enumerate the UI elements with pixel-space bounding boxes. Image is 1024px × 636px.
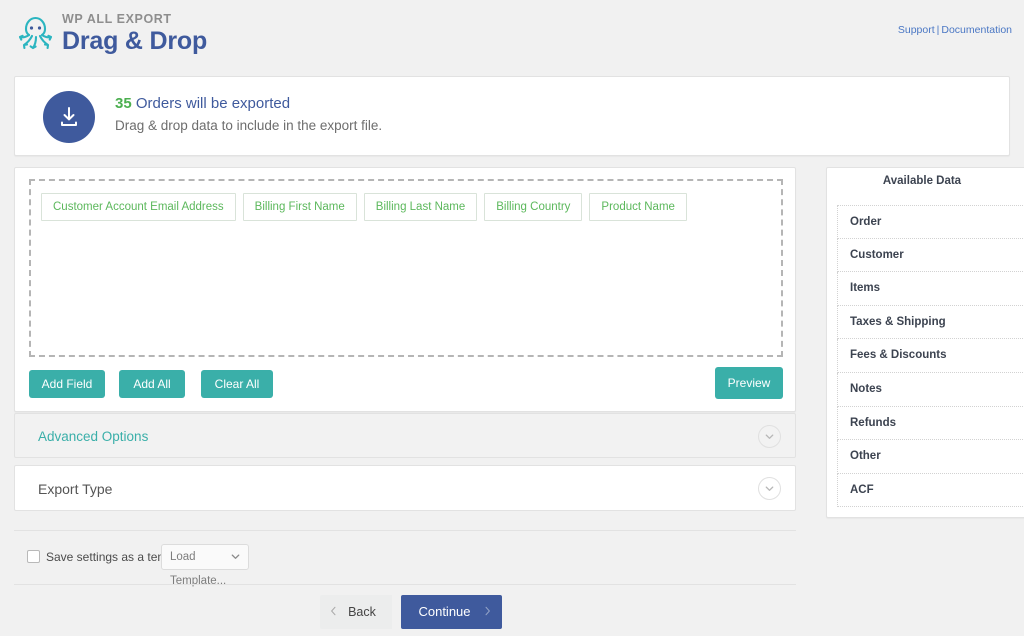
back-label: Back [320, 595, 392, 629]
advanced-options-label: Advanced Options [38, 414, 148, 459]
page-title: Drag & Drop [62, 27, 207, 56]
export-type-label: Export Type [38, 466, 112, 512]
summary-subtext: Drag & drop data to include in the expor… [115, 116, 382, 136]
chevron-down-icon[interactable] [758, 477, 781, 500]
top-links: Support|Documentation [898, 24, 1012, 36]
save-template-checkbox[interactable] [27, 550, 40, 563]
data-item-fees-discounts[interactable]: Fees & Discounts [837, 339, 1024, 373]
summary-headline-row: 35 Orders will be exported [115, 94, 382, 114]
summary-text: 35 Orders will be exported Drag & drop d… [115, 94, 382, 136]
divider-top [14, 530, 796, 531]
data-item-taxes-shipping[interactable]: Taxes & Shipping [837, 306, 1024, 340]
support-link[interactable]: Support [898, 24, 935, 36]
field-chip[interactable]: Billing Country [484, 193, 582, 221]
wizard-navigation: Back Continue [320, 595, 500, 629]
field-chip[interactable]: Billing First Name [243, 193, 357, 221]
load-template-select[interactable]: Load Template... [161, 544, 249, 570]
available-data-list: Order Customer Items Taxes & Shipping Fe… [837, 205, 1024, 511]
links-separator: | [937, 24, 940, 36]
export-headline: Orders will be exported [136, 95, 290, 112]
add-all-button[interactable]: Add All [119, 370, 185, 398]
field-chip[interactable]: Product Name [589, 193, 687, 221]
divider-bottom [14, 584, 796, 585]
data-item-customer[interactable]: Customer [837, 239, 1024, 273]
drop-zone[interactable]: Customer Account Email AddressBilling Fi… [29, 179, 783, 357]
chevron-right-icon [483, 603, 492, 621]
drag-and-drop-card: Customer Account Email AddressBilling Fi… [14, 167, 796, 412]
brand-text: WP ALL EXPORT Drag & Drop [62, 12, 207, 56]
data-item-items[interactable]: Items [837, 272, 1024, 306]
clear-all-button[interactable]: Clear All [201, 370, 273, 398]
chevron-down-icon [230, 551, 241, 565]
documentation-link[interactable]: Documentation [941, 24, 1012, 36]
chevron-down-icon[interactable] [758, 425, 781, 448]
octopus-logo-icon [14, 12, 56, 54]
available-data-title: Available Data [827, 168, 1017, 195]
continue-button[interactable]: Continue [401, 595, 502, 629]
data-item-other[interactable]: Other [837, 440, 1024, 474]
advanced-options-section[interactable]: Advanced Options [14, 413, 796, 458]
data-item-acf[interactable]: ACF [837, 474, 1024, 508]
data-item-refunds[interactable]: Refunds [837, 407, 1024, 441]
export-type-section[interactable]: Export Type [14, 465, 796, 511]
preview-button[interactable]: Preview [715, 367, 783, 399]
summary-card: 35 Orders will be exported Drag & drop d… [14, 76, 1010, 156]
export-count: 35 [115, 95, 132, 112]
field-chip[interactable]: Billing Last Name [364, 193, 477, 221]
download-icon [43, 91, 95, 143]
field-chip[interactable]: Customer Account Email Address [41, 193, 236, 221]
available-data-panel: Available Data Order Customer Items Taxe… [826, 167, 1024, 518]
masthead: WP ALL EXPORT Drag & Drop Support|Docume… [0, 0, 1024, 62]
data-item-order[interactable]: Order [837, 205, 1024, 239]
back-button[interactable]: Back [320, 595, 392, 629]
brand-kicker: WP ALL EXPORT [62, 12, 207, 26]
add-field-button[interactable]: Add Field [29, 370, 105, 398]
data-item-notes[interactable]: Notes [837, 373, 1024, 407]
